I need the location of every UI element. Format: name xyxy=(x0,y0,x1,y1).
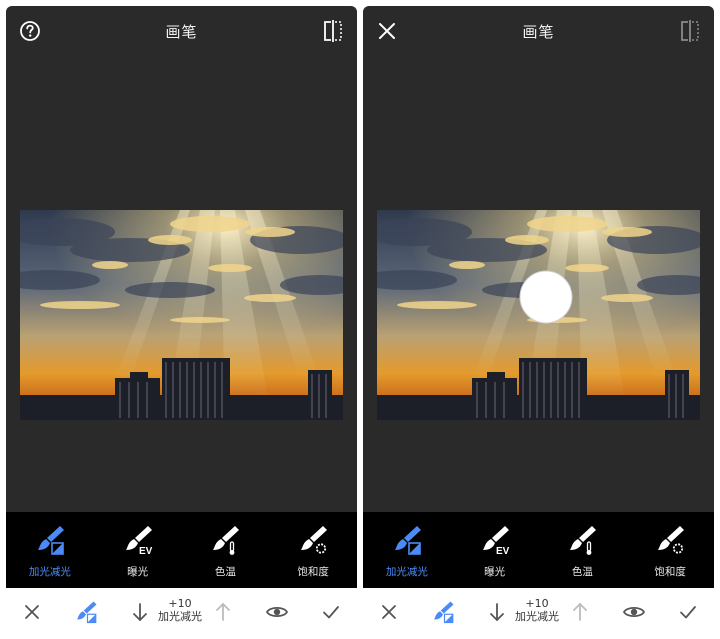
svg-text:EV: EV xyxy=(496,546,510,556)
brush-tool-bar: 加光减光 EV 曝光 色温 饱和度 xyxy=(6,512,357,588)
tool-label: 色温 xyxy=(214,566,236,578)
brush-dodge-burn-icon xyxy=(391,524,423,555)
tool-exposure[interactable]: EV 曝光 xyxy=(103,524,173,579)
brush-saturation-icon xyxy=(654,524,686,554)
tool-dodge-burn[interactable]: 加光减光 xyxy=(372,524,442,579)
brush-temperature-icon xyxy=(209,524,241,555)
tool-saturation[interactable]: 饱和度 xyxy=(278,524,348,579)
strength-value: +10 xyxy=(525,597,549,610)
tool-label: 加光减光 xyxy=(28,566,71,578)
tool-temperature[interactable]: 色温 xyxy=(190,524,260,579)
compare-split-icon[interactable] xyxy=(323,20,343,42)
compare-split-icon[interactable] xyxy=(680,20,700,42)
top-bar: 画笔 xyxy=(6,6,357,58)
apply-check-icon[interactable] xyxy=(676,600,700,624)
eye-icon[interactable] xyxy=(265,600,289,624)
tool-exposure[interactable]: EV 曝光 xyxy=(460,524,530,579)
mode-label: 加光减光 xyxy=(158,610,202,623)
tool-saturation[interactable]: 饱和度 xyxy=(635,524,705,579)
tool-label: 饱和度 xyxy=(654,566,686,578)
decrease-arrow-icon[interactable] xyxy=(485,600,509,624)
photo-canvas[interactable] xyxy=(20,210,343,420)
increase-arrow-icon[interactable] xyxy=(211,600,235,624)
brush-exposure-ev-icon: EV xyxy=(122,524,153,557)
bottom-action-bar-left: +10 加光减光 xyxy=(0,588,357,639)
brush-cursor[interactable] xyxy=(518,269,574,325)
brush-temperature-icon xyxy=(566,524,598,555)
brush-exposure-ev-icon: EV xyxy=(479,524,510,557)
editor-screen-left: 画笔 加光减光 EV 曝光 色温 饱和度 xyxy=(6,6,357,588)
brush-tool-bar: 加光减光 EV 曝光 色温 饱和度 xyxy=(363,512,714,588)
tool-temperature[interactable]: 色温 xyxy=(547,524,617,579)
increase-arrow-icon[interactable] xyxy=(568,600,592,624)
tool-dodge-burn[interactable]: 加光减光 xyxy=(15,524,85,579)
brush-dodge-burn-icon xyxy=(34,524,66,555)
mode-label: 加光减光 xyxy=(515,610,559,623)
brush-mode-icon[interactable] xyxy=(431,600,455,624)
tool-label: 曝光 xyxy=(484,566,506,578)
brush-mode-icon[interactable] xyxy=(74,600,98,624)
cancel-icon[interactable] xyxy=(377,600,401,624)
brush-strength-readout: +10 加光减光 xyxy=(150,597,210,623)
tool-label: 曝光 xyxy=(127,566,149,578)
screen-title: 画笔 xyxy=(165,23,198,41)
bottom-action-bar-right: +10 加光减光 xyxy=(357,588,714,639)
editor-screen-right: 画笔 加光减光 EV 曝光 色温 饱和度 xyxy=(363,6,714,588)
photo-canvas[interactable] xyxy=(377,210,700,420)
tool-label: 色温 xyxy=(571,566,593,578)
photo-image xyxy=(20,210,343,420)
brush-saturation-icon xyxy=(297,524,329,554)
screen-title: 画笔 xyxy=(522,23,555,41)
tool-label: 加光减光 xyxy=(385,566,428,578)
cancel-icon[interactable] xyxy=(20,600,44,624)
strength-value: +10 xyxy=(168,597,192,610)
eye-icon[interactable] xyxy=(622,600,646,624)
brush-strength-readout: +10 加光减光 xyxy=(507,597,567,623)
apply-check-icon[interactable] xyxy=(319,600,343,624)
svg-text:EV: EV xyxy=(139,546,153,556)
tool-label: 饱和度 xyxy=(297,566,329,578)
decrease-arrow-icon[interactable] xyxy=(128,600,152,624)
top-bar: 画笔 xyxy=(363,6,714,58)
